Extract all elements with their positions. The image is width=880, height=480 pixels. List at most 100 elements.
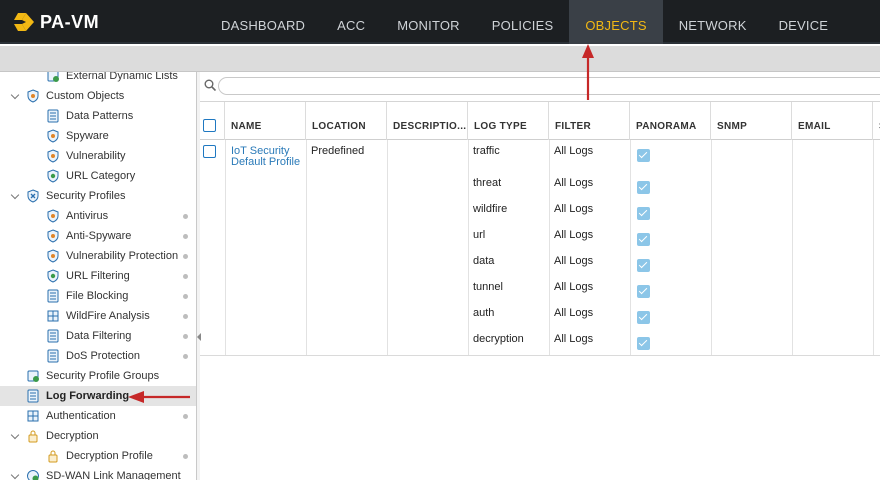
decryption-icon [26, 429, 40, 443]
chevron-down-icon[interactable] [10, 472, 20, 480]
sidebar-item-vulnerability[interactable]: Vulnerability [0, 146, 196, 166]
log-type-cell: decryption [473, 333, 524, 345]
log-forwarding-icon [26, 389, 40, 403]
header-location[interactable]: LOCATION [306, 102, 387, 140]
sidebar-item-label: Spyware [66, 130, 109, 142]
nav-tab-device[interactable]: DEVICE [763, 0, 845, 44]
header-log-type[interactable]: LOG TYPE [468, 102, 549, 140]
header-email[interactable]: EMAIL [792, 102, 873, 140]
header-description[interactable]: DESCRIPTIO... [387, 102, 468, 140]
sidebar-item-custom-objects[interactable]: Custom Objects [0, 86, 196, 106]
panorama-check-icon [637, 259, 650, 272]
sidebar-item-dos-protection[interactable]: DoS Protection [0, 346, 196, 366]
sidebar-item-spyware[interactable]: Spyware [0, 126, 196, 146]
sidebar-item-decryption-profile[interactable]: Decryption Profile [0, 446, 196, 466]
antivirus-icon [46, 209, 60, 223]
filter-bar [200, 72, 880, 102]
sidebar-item-label: Log Forwarding [46, 390, 130, 402]
app-title: PA-VM [40, 11, 100, 32]
status-dot [183, 274, 188, 279]
sidebar-item-label: Decryption Profile [66, 450, 153, 462]
filter-cell: All Logs [554, 229, 594, 241]
sidebar-item-decryption[interactable]: Decryption [0, 426, 196, 446]
sidebar-item-file-blocking[interactable]: File Blocking [0, 286, 196, 306]
authentication-icon [26, 409, 40, 423]
sidebar-item-data-filtering[interactable]: Data Filtering [0, 326, 196, 346]
sidebar-item-data-patterns[interactable]: Data Patterns [0, 106, 196, 126]
status-dot [183, 414, 188, 419]
sidebar-item-label: External Dynamic Lists [66, 72, 178, 82]
sidebar-item-security-profile-groups[interactable]: Security Profile Groups [0, 366, 196, 386]
sidebar-item-label: URL Category [66, 170, 136, 182]
sidebar-item-label: Authentication [46, 410, 116, 422]
main-nav: DASHBOARD ACC MONITOR POLICIES OBJECTS N… [205, 0, 844, 44]
header-filter[interactable]: FILTER [549, 102, 630, 140]
search-icon [204, 79, 217, 92]
sidebar-item-url-category[interactable]: URL Category [0, 166, 196, 186]
filter-cell: All Logs [554, 281, 594, 293]
chevron-down-icon[interactable] [10, 192, 20, 202]
spyware-icon [46, 129, 60, 143]
sidebar-item-log-forwarding[interactable]: Log Forwarding [0, 386, 196, 406]
sidebar-item-vulnerability-protection[interactable]: Vulnerability Protection [0, 246, 196, 266]
status-dot [183, 354, 188, 359]
sidebar-item-label: DoS Protection [66, 350, 140, 362]
sidebar-item-security-profiles[interactable]: Security Profiles [0, 186, 196, 206]
sidebar-item-sd-wan-link-management[interactable]: SD-WAN Link Management [0, 466, 196, 480]
nav-tab-network[interactable]: NETWORK [663, 0, 763, 44]
filter-cell: All Logs [554, 333, 594, 345]
column-divider [387, 140, 388, 356]
sidebar-item-external-dynamic-lists[interactable]: External Dynamic Lists [0, 72, 196, 86]
filter-cell: All Logs [554, 255, 594, 267]
nav-tab-policies[interactable]: POLICIES [476, 0, 570, 44]
log-type-cell: auth [473, 307, 495, 319]
column-divider [873, 140, 874, 356]
sidebar-tree: External Dynamic Lists Custom Objects Data… [0, 72, 197, 480]
sidebar-item-label: URL Filtering [66, 270, 130, 282]
sidebar-item-url-filtering[interactable]: URL Filtering [0, 266, 196, 286]
vulnerability-protection-icon [46, 249, 60, 263]
panorama-check-icon [637, 207, 650, 220]
header-panorama[interactable]: PANORAMA [630, 102, 711, 140]
nav-tab-acc[interactable]: ACC [321, 0, 381, 44]
sidebar-item-label: File Blocking [66, 290, 129, 302]
header-snmp[interactable]: SNMP [711, 102, 792, 140]
filter-cell: All Logs [554, 177, 594, 189]
column-divider [225, 140, 226, 356]
column-divider [630, 140, 631, 356]
column-divider [792, 140, 793, 356]
panorama-check-icon [637, 285, 650, 298]
status-dot [183, 334, 188, 339]
header-select-cell [200, 102, 225, 140]
sidebar-item-antivirus[interactable]: Antivirus [0, 206, 196, 226]
url-filtering-icon [46, 269, 60, 283]
sidebar-item-authentication[interactable]: Authentication [0, 406, 196, 426]
search-input[interactable] [218, 77, 880, 95]
sidebar-item-label: Custom Objects [46, 90, 125, 102]
sidebar-item-label: Anti-Spyware [66, 230, 132, 242]
sidebar-item-wildfire-analysis[interactable]: WildFire Analysis [0, 306, 196, 326]
sidebar-item-label: Security Profile Groups [46, 370, 160, 382]
nav-tab-dashboard[interactable]: DASHBOARD [205, 0, 321, 44]
log-forwarding-table: NAME LOCATION DESCRIPTIO... LOG TYPE FIL… [200, 102, 880, 480]
nav-tab-objects[interactable]: OBJECTS [569, 0, 663, 44]
log-type-cell: url [473, 229, 486, 241]
log-type-cell: tunnel [473, 281, 503, 293]
panorama-check-icon [637, 233, 650, 246]
row-select-checkbox[interactable] [203, 145, 216, 158]
profile-name-link[interactable]: IoT Security Default Profile [231, 146, 307, 168]
status-dot [183, 294, 188, 299]
status-dot [183, 254, 188, 259]
chevron-down-icon[interactable] [10, 92, 20, 102]
sdwan-icon [26, 469, 40, 480]
column-divider [549, 140, 550, 356]
header-name[interactable]: NAME [225, 102, 306, 140]
nav-tab-monitor[interactable]: MONITOR [381, 0, 476, 44]
profile-groups-icon [26, 369, 40, 383]
select-all-checkbox[interactable] [203, 119, 216, 132]
chevron-down-icon[interactable] [10, 432, 20, 442]
header-syslog[interactable]: S [873, 102, 880, 140]
wildfire-analysis-icon [46, 309, 60, 323]
sidebar-item-anti-spyware[interactable]: Anti-Spyware [0, 226, 196, 246]
row-divider [200, 355, 880, 356]
